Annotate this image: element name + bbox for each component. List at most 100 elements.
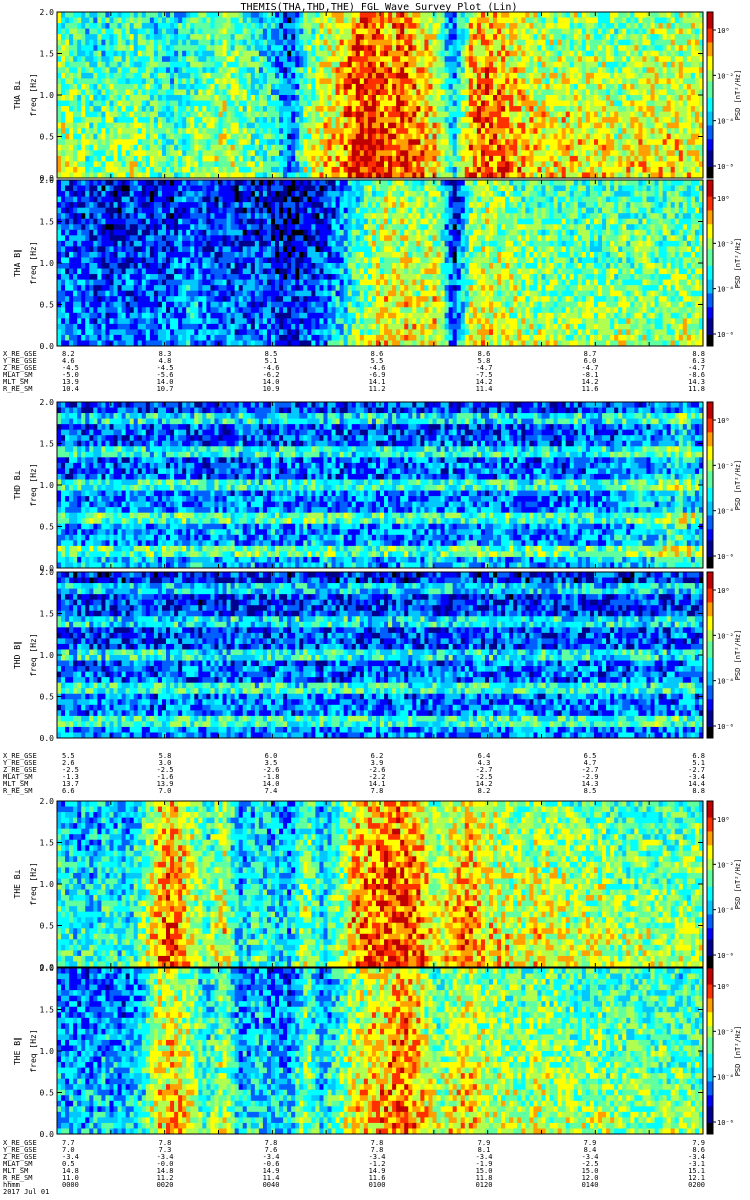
heatmap-cell bbox=[61, 263, 66, 269]
heatmap-cell bbox=[497, 29, 502, 35]
heatmap-cell bbox=[517, 12, 522, 18]
heatmap-cell bbox=[582, 134, 587, 140]
heatmap-cell bbox=[550, 89, 555, 95]
heatmap-cell bbox=[638, 40, 643, 46]
heatmap-cell bbox=[275, 156, 280, 162]
heatmap-cell bbox=[412, 78, 417, 84]
heatmap-cell bbox=[683, 161, 688, 167]
heatmap-cell bbox=[388, 23, 393, 29]
heatmap-cell bbox=[679, 23, 684, 29]
heatmap-cell bbox=[594, 139, 599, 145]
heatmap-cell bbox=[348, 67, 353, 73]
heatmap-cell bbox=[380, 167, 385, 173]
heatmap-cell bbox=[424, 106, 429, 112]
heatmap-cell bbox=[521, 78, 526, 84]
heatmap-cell bbox=[441, 167, 446, 173]
heatmap-cell bbox=[683, 101, 688, 107]
heatmap-cell bbox=[477, 89, 482, 95]
heatmap-cell bbox=[295, 40, 300, 46]
heatmap-cell bbox=[271, 29, 276, 35]
heatmap-cell bbox=[493, 112, 498, 118]
heatmap-cell bbox=[646, 106, 651, 112]
heatmap-cell bbox=[275, 12, 280, 18]
heatmap-cell bbox=[251, 112, 256, 118]
heatmap-cell bbox=[202, 167, 207, 173]
heatmap-cell bbox=[376, 56, 381, 62]
heatmap-cell bbox=[416, 145, 421, 151]
heatmap-cell bbox=[582, 95, 587, 101]
heatmap-cell bbox=[574, 56, 579, 62]
heatmap-cell bbox=[457, 62, 462, 68]
heatmap-cell bbox=[445, 145, 450, 151]
heatmap-cell bbox=[445, 29, 450, 35]
heatmap-cell bbox=[529, 156, 534, 162]
heatmap-cell bbox=[263, 112, 268, 118]
heatmap-cell bbox=[493, 134, 498, 140]
heatmap-cell bbox=[210, 34, 215, 40]
heatmap-cell bbox=[570, 67, 575, 73]
heatmap-cell bbox=[558, 167, 563, 173]
heatmap-cell bbox=[428, 18, 433, 24]
heatmap-cell bbox=[263, 73, 268, 79]
heatmap-cell bbox=[311, 56, 316, 62]
heatmap-cell bbox=[574, 62, 579, 68]
heatmap-cell bbox=[97, 51, 102, 57]
heatmap-cell bbox=[239, 150, 244, 156]
heatmap-cell bbox=[501, 123, 506, 129]
heatmap-cell bbox=[303, 89, 308, 95]
heatmap-cell bbox=[396, 167, 401, 173]
heatmap-cell bbox=[267, 145, 272, 151]
heatmap-cell bbox=[582, 123, 587, 129]
heatmap-cell bbox=[638, 84, 643, 90]
heatmap-cell bbox=[360, 95, 365, 101]
heatmap-cell bbox=[122, 134, 127, 140]
heatmap-cell bbox=[162, 45, 167, 51]
heatmap-cell bbox=[178, 89, 183, 95]
heatmap-cell bbox=[408, 134, 413, 140]
heatmap-cell bbox=[408, 123, 413, 129]
heatmap-cell bbox=[122, 123, 127, 129]
heatmap-cell bbox=[178, 18, 183, 24]
heatmap-cell bbox=[642, 139, 647, 145]
heatmap-cell bbox=[210, 84, 215, 90]
heatmap-cell bbox=[642, 89, 647, 95]
heatmap-cell bbox=[380, 73, 385, 79]
heatmap-cell bbox=[412, 101, 417, 107]
heatmap-cell bbox=[687, 89, 692, 95]
heatmap-cell bbox=[348, 89, 353, 95]
heatmap-cell bbox=[687, 128, 692, 134]
heatmap-cell bbox=[73, 106, 78, 112]
heatmap-cell bbox=[396, 56, 401, 62]
heatmap-cell bbox=[263, 40, 268, 46]
heatmap-cell bbox=[683, 45, 688, 51]
heatmap-cell bbox=[437, 62, 442, 68]
heatmap-cell bbox=[400, 78, 405, 84]
heatmap-cell bbox=[344, 29, 349, 35]
heatmap-cell bbox=[138, 67, 143, 73]
heatmap-cell bbox=[295, 78, 300, 84]
heatmap-cell bbox=[259, 78, 264, 84]
heatmap-cell bbox=[65, 213, 70, 219]
heatmap-cell bbox=[618, 134, 623, 140]
heatmap-cell bbox=[525, 95, 530, 101]
heatmap-cell bbox=[396, 95, 401, 101]
heatmap-cell bbox=[550, 18, 555, 24]
heatmap-cell bbox=[566, 51, 571, 57]
heatmap-cell bbox=[396, 29, 401, 35]
heatmap-cell bbox=[525, 45, 530, 51]
heatmap-cell bbox=[396, 139, 401, 145]
heatmap-cell bbox=[122, 84, 127, 90]
heatmap-cell bbox=[618, 145, 623, 151]
heatmap-cell bbox=[368, 106, 373, 112]
heatmap-cell bbox=[65, 117, 70, 123]
heatmap-cell bbox=[348, 150, 353, 156]
heatmap-cell bbox=[77, 123, 82, 129]
heatmap-cell bbox=[517, 84, 522, 90]
heatmap-cell bbox=[219, 156, 224, 162]
heatmap-cell bbox=[485, 89, 490, 95]
heatmap-cell bbox=[194, 84, 199, 90]
heatmap-cell bbox=[146, 161, 151, 167]
heatmap-cell bbox=[461, 95, 466, 101]
heatmap-cell bbox=[610, 95, 615, 101]
heatmap-cell bbox=[150, 167, 155, 173]
